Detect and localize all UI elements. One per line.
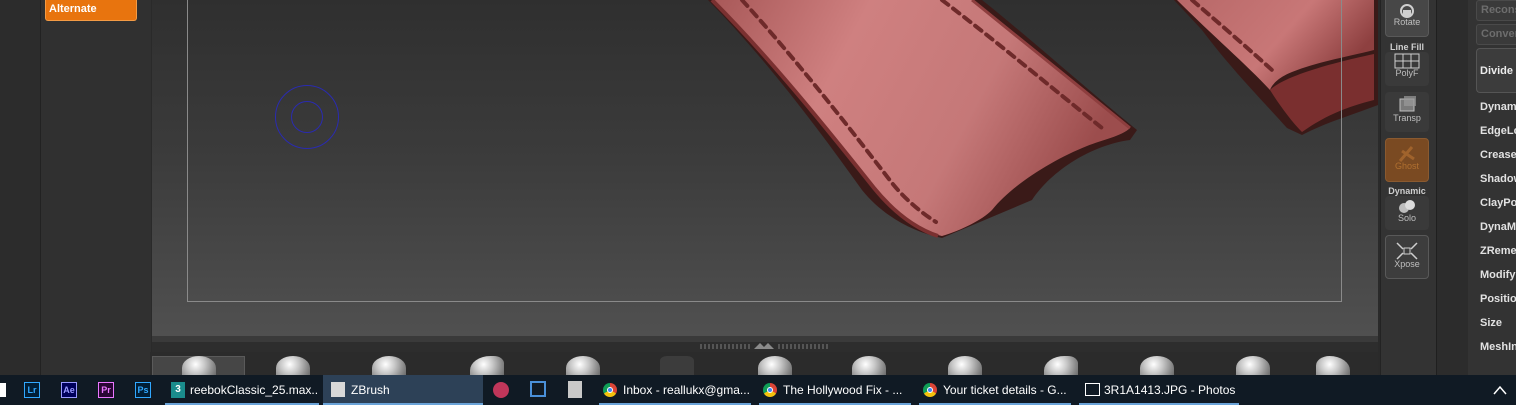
photos-icon [1085,383,1100,396]
xpose-button[interactable]: Xpose [1385,235,1429,279]
zbrush-icon [331,382,345,397]
xpose-label: Xpose [1394,259,1420,269]
davinci-resolve-icon[interactable] [493,382,509,398]
after-effects-icon[interactable]: Ae [61,382,77,398]
solo-label: Solo [1397,213,1416,223]
geometry-subpalette[interactable]: Positio [1480,293,1516,305]
taskbar-item-label: 3R1A1413.JPG - Photos [1104,383,1236,397]
left-tray-panel [40,0,151,375]
rotate-label: Rotate [1393,17,1421,27]
taskbar-item-chrome-hollywood[interactable]: The Hollywood Fix - ... [759,375,911,405]
dynamic-label: Dynamic [1388,186,1426,196]
geometry-subpalette[interactable]: Crease [1480,149,1516,161]
solo-button[interactable]: Solo [1385,196,1429,230]
ghost-button[interactable]: Ghost [1385,138,1429,182]
polyf-button[interactable]: PolyF [1385,52,1429,86]
divider-grip-right[interactable] [778,344,828,349]
transparency-icon [1399,96,1416,112]
taskbar-item-zbrush[interactable]: ZBrush [323,375,483,405]
geometry-subpalette[interactable]: Shadow [1480,173,1516,185]
geometry-subpalette[interactable]: MeshIn [1480,341,1516,353]
taskbar-item-label: ZBrush [351,383,390,397]
chevron-up-icon[interactable] [1492,384,1508,396]
divider-grip-left[interactable] [700,344,750,349]
calculator-icon[interactable] [568,381,582,398]
settings-app-icon[interactable] [530,381,546,397]
rotate-button[interactable]: Rotate [1385,0,1429,37]
start-button-icon[interactable] [0,383,6,397]
transp-button[interactable]: Transp [1385,92,1429,132]
geometry-subpalette[interactable]: Dynam [1480,101,1516,113]
ghost-label: Ghost [1394,161,1419,171]
tray-toggle-arrows-icon[interactable] [752,341,776,351]
canvas-frame [187,0,1342,302]
transp-label: Transp [1393,113,1421,123]
taskbar-item-chrome-inbox[interactable]: Inbox - reallukx@gma... [599,375,751,405]
polyframe-grid-icon [1394,53,1420,69]
lightroom-icon[interactable]: Lr [24,382,40,398]
taskbar-item-3dsmax[interactable]: 3 reebokClassic_25.max... [165,375,319,405]
alternate-button[interactable]: Alternate [45,0,137,21]
premiere-icon[interactable]: Pr [98,382,114,398]
geometry-subpalette[interactable]: ClayPo [1480,197,1516,209]
taskbar-item-label: Inbox - reallukx@gma... [623,383,750,397]
taskbar-item-label: reebokClassic_25.max... [190,383,319,397]
brush-cursor-focal [291,101,323,133]
geometry-subpalette[interactable]: EdgeLo [1480,125,1516,137]
taskbar-item-label: The Hollywood Fix - ... [783,383,903,397]
reconstruct-button[interactable]: Recons [1476,0,1516,21]
taskbar-item-chrome-ticket[interactable]: Your ticket details - G... [919,375,1071,405]
geometry-subpalette[interactable]: ZReme [1480,245,1516,257]
line-fill-label: Line Fill [1389,42,1424,52]
3dsmax-icon: 3 [171,382,185,398]
chrome-icon [923,383,937,397]
chrome-icon [603,383,617,397]
geometry-subpalette[interactable]: DynaM [1480,221,1516,233]
photoshop-icon[interactable]: Ps [135,382,151,398]
taskbar-item-label: Your ticket details - G... [943,383,1067,397]
geometry-subpalette[interactable]: Modify [1480,269,1516,281]
polyf-label: PolyF [1395,68,1419,78]
divide-button[interactable]: Divide [1476,48,1516,93]
geometry-subpalette[interactable]: Size [1480,317,1516,329]
taskbar-item-photos[interactable]: 3R1A1413.JPG - Photos [1079,375,1239,405]
chrome-icon [763,383,777,397]
convert-button[interactable]: Conver [1476,24,1516,45]
